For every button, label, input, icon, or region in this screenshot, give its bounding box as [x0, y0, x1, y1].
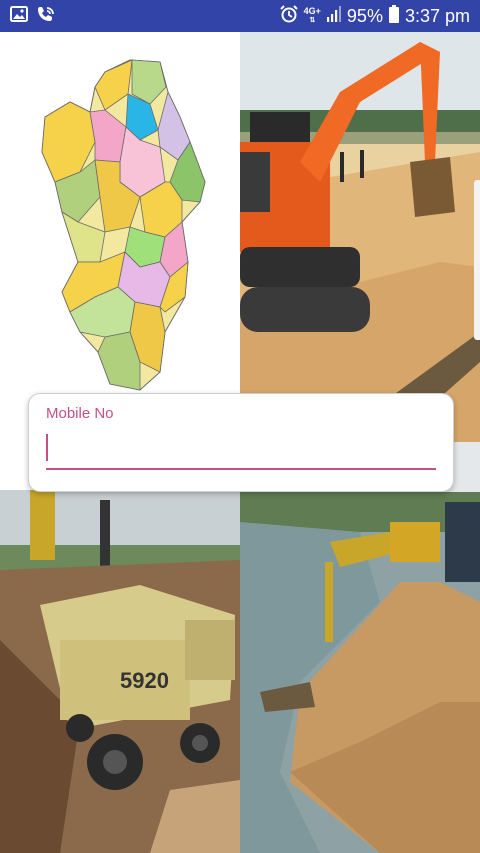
- mobile-number-label: Mobile No: [46, 405, 114, 422]
- excavator-sand-image: [240, 32, 480, 442]
- network-type: 4G+ ⇅: [303, 6, 321, 25]
- battery-icon: [388, 4, 399, 28]
- district-map-image: [0, 32, 240, 392]
- battery-percent: 95%: [346, 5, 383, 26]
- text-cursor: [46, 434, 48, 461]
- status-bar: 4G+ ⇅ 95% 3:37 pm: [0, 0, 480, 32]
- signal-icon: [326, 5, 341, 27]
- alarm-icon: [279, 4, 298, 28]
- svg-text:5920: 5920: [120, 668, 169, 693]
- image-icon: [10, 5, 28, 27]
- mobile-number-underline: [46, 468, 436, 470]
- clock: 3:37 pm: [404, 5, 470, 26]
- dump-truck-image: 5920: [0, 490, 240, 853]
- river-sand-mining-image: [240, 442, 480, 853]
- mobile-number-input[interactable]: [45, 432, 441, 469]
- mobile-number-card: Mobile No: [28, 393, 454, 492]
- scroll-edge-handle: [474, 180, 480, 340]
- wifi-call-icon: [36, 5, 56, 28]
